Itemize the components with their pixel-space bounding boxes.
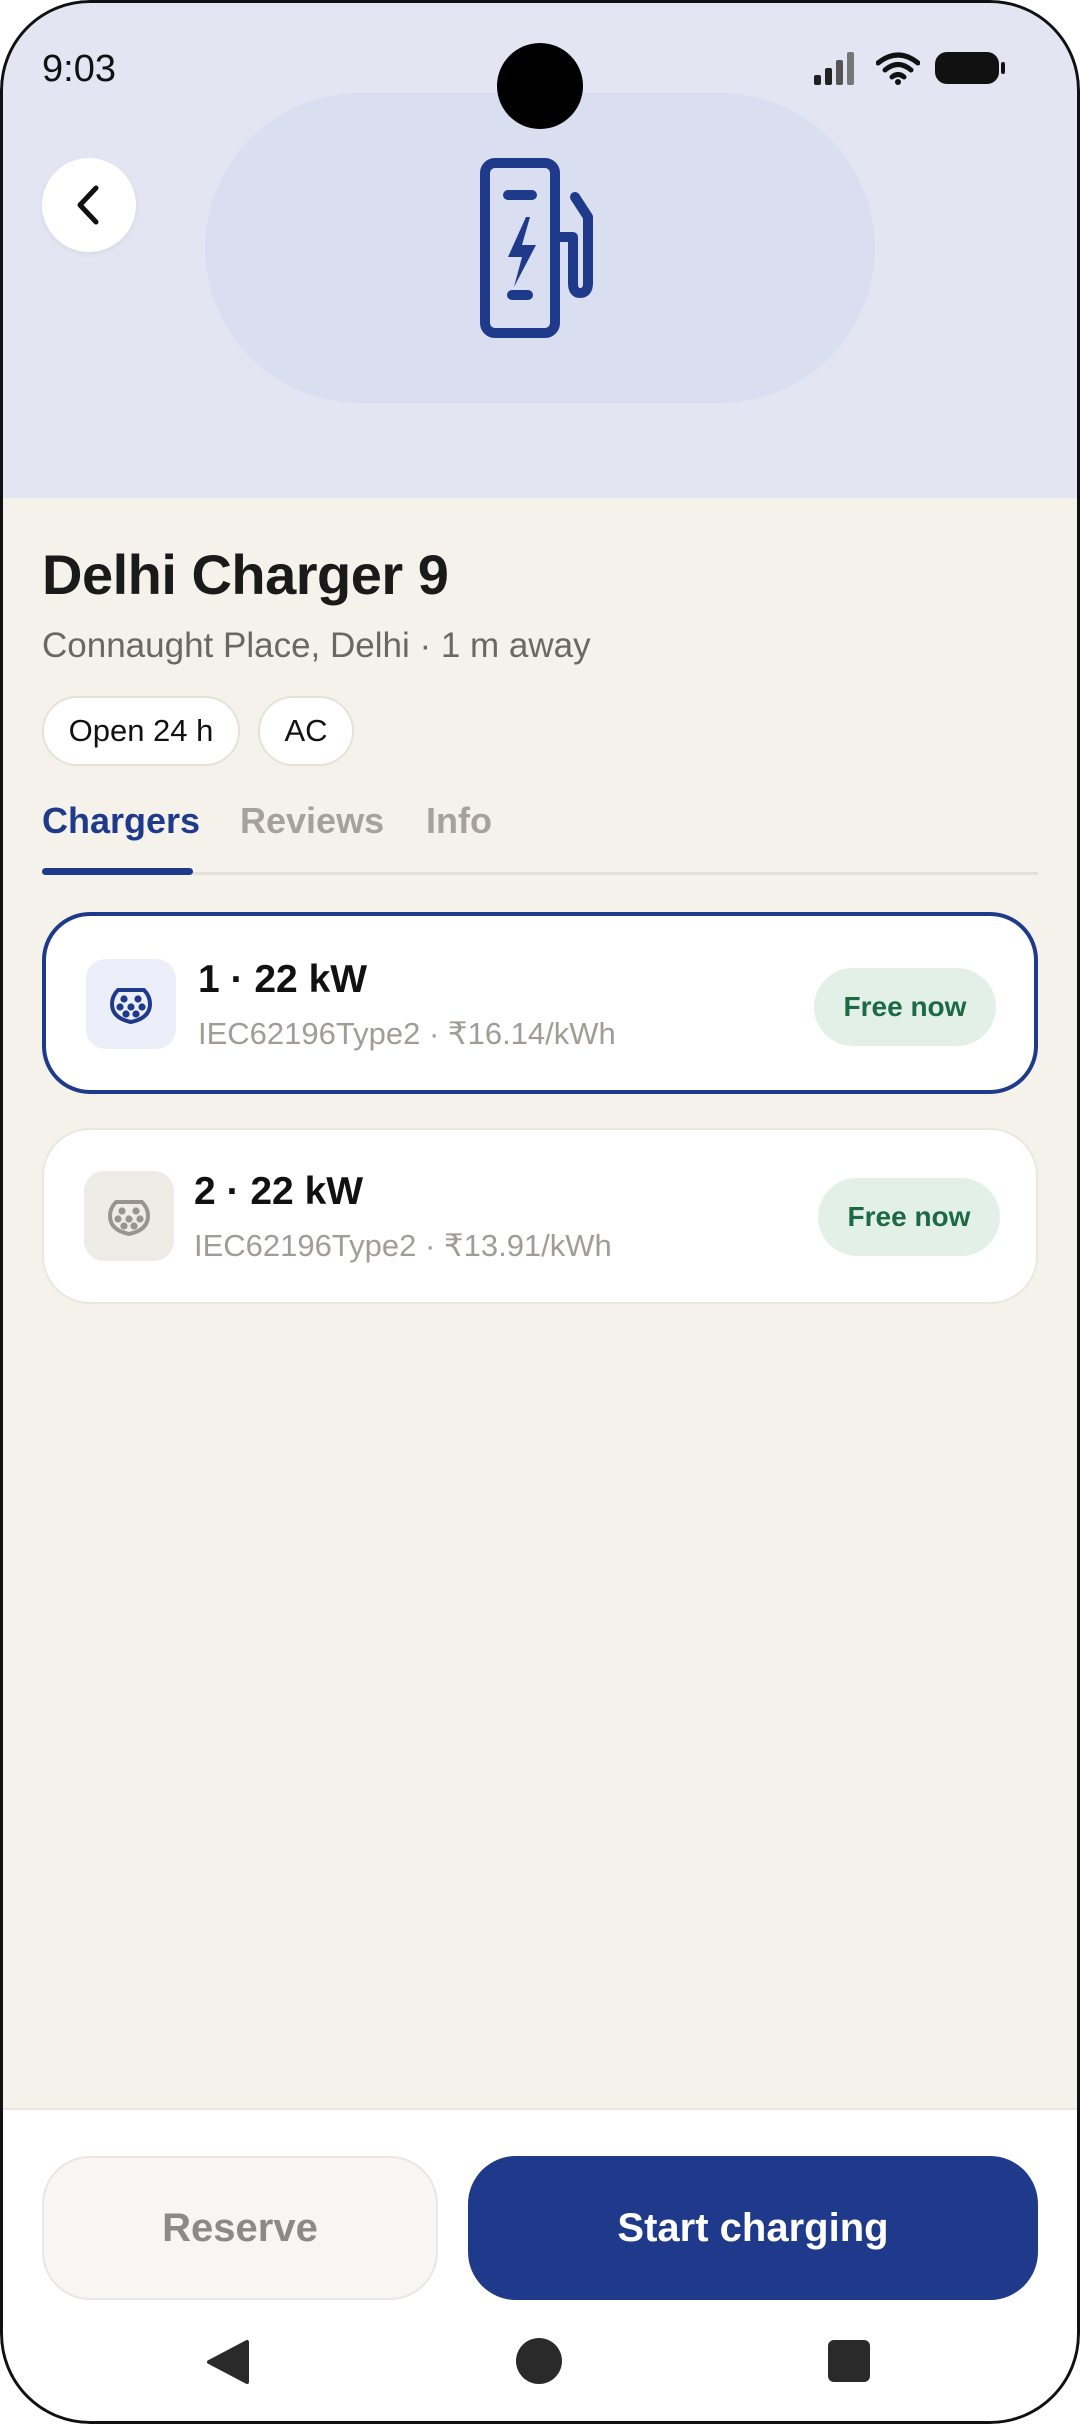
type2-connector-icon — [86, 959, 176, 1049]
charger-detail: IEC62196Type2 · ₹16.14/kWh — [198, 1016, 616, 1051]
wifi-icon — [876, 52, 920, 85]
nav-recents-icon[interactable] — [828, 2340, 870, 2382]
type2-connector-icon — [84, 1171, 174, 1261]
phone-screen: 9:03 Delhi Charger 9 Connaught Place, De… — [0, 0, 1080, 2424]
current-type-chip: AC — [258, 696, 354, 766]
nav-back-icon[interactable] — [205, 2338, 251, 2386]
back-button[interactable] — [42, 158, 136, 252]
tab-reviews[interactable]: Reviews — [240, 800, 384, 842]
station-title: Delhi Charger 9 — [42, 543, 449, 606]
tab-bar: Chargers Reviews Info — [42, 790, 1038, 875]
signal-icon — [814, 52, 854, 85]
station-location: Connaught Place, Delhi · 1 m away — [42, 626, 591, 665]
tab-chargers[interactable]: Chargers — [42, 800, 200, 842]
system-nav-bar — [0, 2318, 1080, 2408]
reserve-button[interactable]: Reserve — [42, 2156, 438, 2300]
charger-detail: IEC62196Type2 · ₹13.91/kWh — [194, 1228, 612, 1263]
battery-icon — [935, 52, 1005, 84]
charger-card-1[interactable]: 1 · 22 kW IEC62196Type2 · ₹16.14/kWh Fre… — [42, 912, 1038, 1094]
charger-card-2[interactable]: 2 · 22 kW IEC62196Type2 · ₹13.91/kWh Fre… — [42, 1128, 1038, 1304]
status-icons — [814, 50, 1006, 86]
camera-cutout — [497, 43, 583, 129]
tab-info[interactable]: Info — [426, 800, 492, 842]
charger-name: 1 · 22 kW — [198, 958, 368, 1001]
chevron-left-icon — [77, 185, 99, 225]
nav-home-icon[interactable] — [516, 2338, 562, 2384]
status-badge: Free now — [814, 968, 996, 1046]
ev-charger-icon — [480, 158, 593, 338]
hours-chip: Open 24 h — [42, 696, 240, 766]
start-charging-button[interactable]: Start charging — [468, 2156, 1038, 2300]
active-tab-indicator — [42, 868, 193, 875]
status-time: 9:03 — [42, 48, 116, 90]
status-badge: Free now — [818, 1178, 1000, 1256]
charger-name: 2 · 22 kW — [194, 1170, 364, 1213]
